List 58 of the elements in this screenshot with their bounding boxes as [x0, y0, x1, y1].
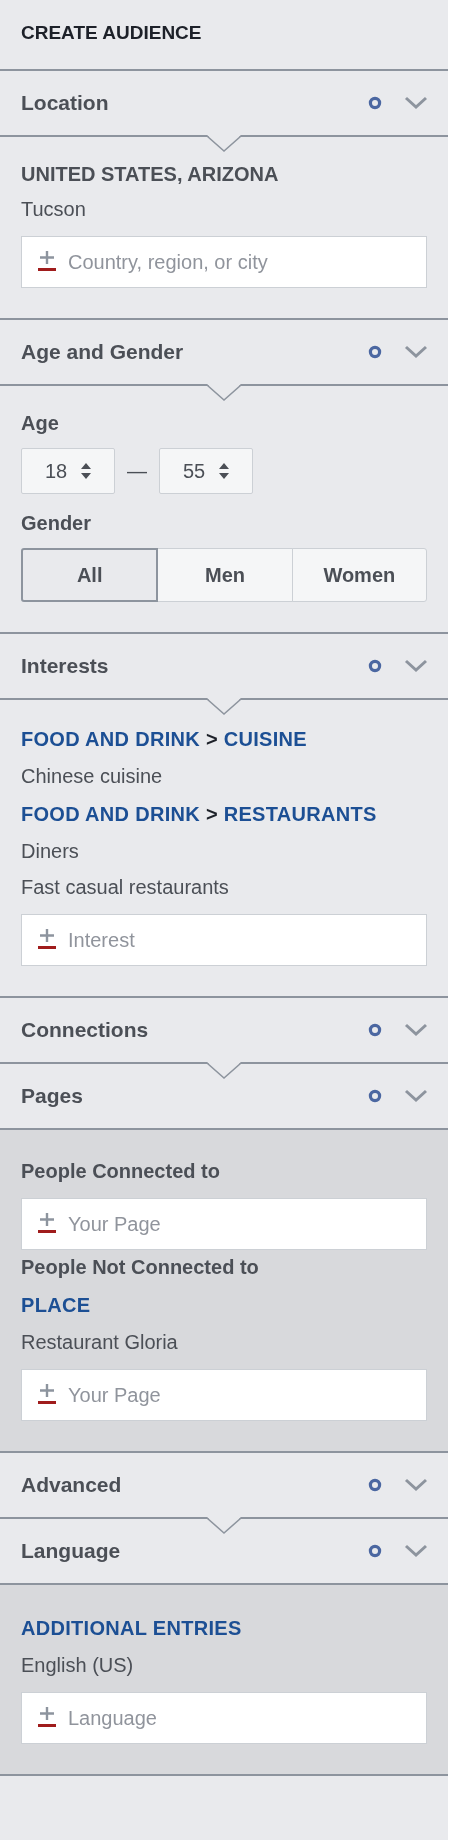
gender-option[interactable]: All	[21, 548, 159, 602]
category-link[interactable]: ADDITIONAL ENTRIES	[21, 1617, 242, 1639]
selected-value: Chinese cuisine	[21, 765, 164, 788]
plus-icon	[37, 250, 57, 274]
selected-value: Diners	[21, 840, 80, 863]
input-field[interactable]: Country, region, or city	[21, 236, 427, 288]
plus-icon	[37, 928, 57, 952]
input-field[interactable]: Your Page	[21, 1198, 427, 1250]
ring-icon	[368, 345, 382, 359]
selected-value: English (US)	[21, 1654, 135, 1677]
plus-icon	[37, 1212, 57, 1236]
input-field[interactable]: Your Page	[21, 1369, 427, 1421]
chevron-down-icon	[404, 659, 428, 673]
up-down-arrows-icon	[219, 463, 230, 479]
chevron-down-icon	[404, 1478, 428, 1492]
section-title: Connections	[21, 1018, 149, 1042]
ring-icon	[368, 1089, 382, 1103]
location-heading: UNITED STATES, ARIZONA	[21, 163, 280, 186]
chevron-down-icon	[404, 1089, 428, 1103]
category-link[interactable]: PLACE	[21, 1294, 91, 1316]
field-label: Gender	[21, 512, 93, 535]
ring-icon	[368, 1023, 382, 1037]
plus-icon	[37, 1383, 57, 1407]
section-title: Age and Gender	[21, 340, 184, 364]
field-label: People Not Connected to	[21, 1256, 260, 1279]
ring-icon	[368, 1544, 382, 1558]
age-select[interactable]: 18	[21, 448, 115, 494]
section-title: Location	[21, 91, 109, 115]
section-title: Advanced	[21, 1473, 122, 1497]
category-link[interactable]: FOOD AND DRINK	[21, 728, 200, 750]
range-separator: —	[127, 459, 147, 483]
section-title: Interests	[21, 654, 109, 678]
gender-option[interactable]: Women	[291, 548, 427, 602]
section-title: Language	[21, 1539, 121, 1563]
chevron-down-icon	[404, 96, 428, 110]
ring-icon	[368, 659, 382, 673]
age-select[interactable]: 55	[159, 448, 253, 494]
up-down-arrows-icon	[81, 463, 92, 479]
chevron-down-icon	[404, 1023, 428, 1037]
selected-value: Fast casual restaurants	[21, 876, 230, 899]
field-label: Age	[21, 412, 60, 435]
plus-icon	[37, 1706, 57, 1730]
ring-icon	[368, 96, 382, 110]
chevron-down-icon	[404, 345, 428, 359]
path-separator: >	[205, 728, 218, 750]
input-field[interactable]: Interest	[21, 914, 427, 966]
section-title: Pages	[21, 1084, 83, 1108]
ring-icon	[368, 1478, 382, 1492]
category-link[interactable]: CUISINE	[223, 728, 307, 750]
input-field[interactable]: Language	[21, 1692, 427, 1744]
chevron-down-icon	[404, 1544, 428, 1558]
selected-value: Restaurant Gloria	[21, 1331, 179, 1354]
category-link[interactable]: RESTAURANTS	[223, 803, 377, 825]
field-label: People Connected to	[21, 1160, 221, 1183]
gender-option[interactable]: Men	[157, 548, 293, 602]
category-link[interactable]: FOOD AND DRINK	[21, 803, 200, 825]
selected-value: Tucson	[21, 198, 87, 221]
path-separator: >	[205, 803, 218, 825]
